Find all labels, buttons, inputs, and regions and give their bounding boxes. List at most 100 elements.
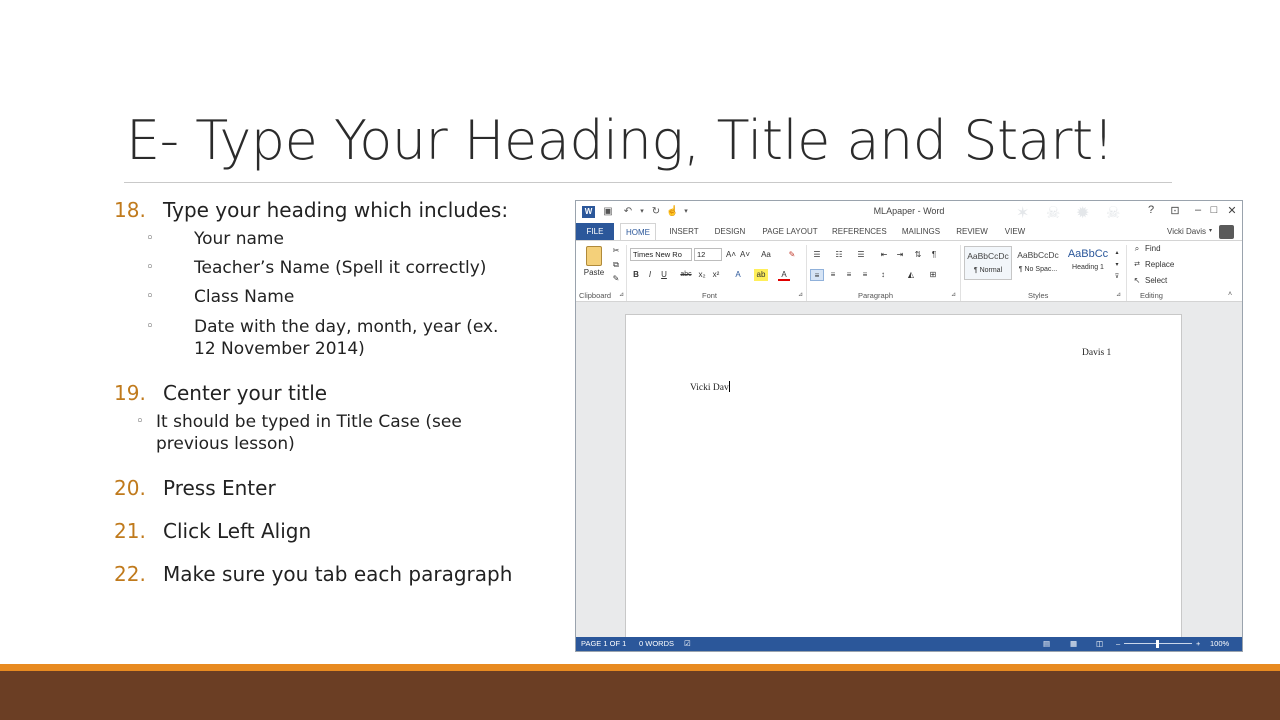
- group-label-editing: Editing: [1140, 291, 1163, 300]
- styles-scroll-up-icon[interactable]: ▴: [1112, 247, 1122, 259]
- underline-button[interactable]: U: [658, 269, 670, 281]
- tab-page-layout[interactable]: PAGE LAYOUT: [760, 223, 820, 240]
- select-button[interactable]: Select: [1145, 275, 1167, 287]
- document-page[interactable]: Davis 1 Vicki Dav: [625, 314, 1182, 644]
- style-no-spacing[interactable]: AaBbCcDc ¶ No Spac...: [1014, 246, 1062, 280]
- tab-view[interactable]: VIEW: [1000, 223, 1030, 240]
- change-case-button[interactable]: Aa: [758, 249, 774, 261]
- show-formatting-icon[interactable]: ¶: [928, 249, 940, 261]
- align-center-icon[interactable]: ≡: [826, 269, 840, 281]
- step-text: Press Enter: [163, 476, 276, 500]
- replace-button[interactable]: Replace: [1145, 259, 1174, 271]
- italic-button[interactable]: I: [644, 269, 656, 281]
- zoom-level[interactable]: 100%: [1210, 637, 1229, 651]
- bold-button[interactable]: B: [630, 269, 642, 281]
- copy-icon[interactable]: ⧉: [610, 259, 622, 271]
- status-bar: PAGE 1 OF 1 0 WORDS ☑ ▤ ▦ ◫ – + 100%: [576, 637, 1242, 651]
- zoom-in-icon[interactable]: +: [1196, 637, 1200, 651]
- style-heading-1[interactable]: AaBbCc Heading 1: [1064, 246, 1112, 280]
- highlight-button[interactable]: ab: [754, 269, 768, 281]
- strikethrough-button[interactable]: abc: [678, 269, 694, 281]
- format-painter-icon[interactable]: ✎: [610, 273, 622, 285]
- word-count[interactable]: 0 WORDS: [639, 637, 674, 651]
- tab-insert[interactable]: INSERT: [666, 223, 702, 240]
- account-dropdown-icon[interactable]: ▾: [1209, 223, 1212, 240]
- superscript-button[interactable]: x²: [710, 269, 722, 281]
- close-icon[interactable]: ✕: [1224, 204, 1240, 217]
- step-text: Type your heading which includes:: [163, 198, 509, 222]
- print-layout-icon[interactable]: ▦: [1070, 637, 1077, 651]
- group-divider: [1126, 245, 1127, 301]
- tab-mailings[interactable]: MAILINGS: [896, 223, 946, 240]
- cut-icon[interactable]: ✂: [610, 245, 622, 257]
- bullets-icon[interactable]: ☰: [810, 249, 824, 261]
- step-18: 18. Type your heading which includes:: [114, 198, 508, 222]
- styles-scroll-down-icon[interactable]: ▾: [1112, 259, 1122, 271]
- title-divider: [124, 182, 1172, 183]
- maximize-icon[interactable]: □: [1206, 204, 1222, 216]
- tab-review[interactable]: REVIEW: [954, 223, 990, 240]
- find-button[interactable]: Find: [1145, 243, 1161, 255]
- grow-font-button[interactable]: A˄: [725, 249, 737, 261]
- tab-design[interactable]: DESIGN: [712, 223, 748, 240]
- sort-icon[interactable]: ⇅: [912, 249, 924, 261]
- select-icon: ↖: [1133, 276, 1141, 285]
- font-color-button[interactable]: A: [778, 269, 790, 281]
- tab-file[interactable]: FILE: [576, 223, 614, 240]
- justify-icon[interactable]: ≡: [858, 269, 872, 281]
- align-left-icon[interactable]: ≡: [810, 269, 824, 281]
- step-number: 22.: [114, 562, 146, 586]
- style-normal[interactable]: AaBbCcDc ¶ Normal: [964, 246, 1012, 280]
- user-account-name[interactable]: Vicki Davis: [1167, 223, 1206, 240]
- font-name-combo[interactable]: Times New Ro: [630, 248, 692, 261]
- styles-more-icon[interactable]: ⊽: [1112, 271, 1122, 283]
- ribbon-display-options-icon[interactable]: ⊡: [1167, 204, 1183, 217]
- paste-icon[interactable]: [586, 246, 602, 266]
- decrease-indent-icon[interactable]: ⇤: [878, 249, 890, 261]
- paste-button[interactable]: Paste: [582, 267, 606, 279]
- zoom-out-icon[interactable]: –: [1116, 637, 1120, 651]
- proofing-icon[interactable]: ☑: [684, 637, 691, 651]
- shading-icon[interactable]: ◭: [904, 269, 918, 281]
- line-spacing-icon[interactable]: ↕: [876, 269, 890, 281]
- document-canvas: Davis 1 Vicki Dav: [576, 302, 1242, 644]
- document-body-text[interactable]: Vicki Dav: [690, 381, 730, 393]
- text-effects-button[interactable]: A: [732, 269, 744, 281]
- clear-formatting-icon[interactable]: ✎: [786, 249, 798, 261]
- zoom-slider-thumb[interactable]: [1156, 640, 1159, 648]
- dialog-launcher-icon[interactable]: ⊿: [1116, 291, 1121, 298]
- page-count[interactable]: PAGE 1 OF 1: [581, 637, 626, 651]
- step-number: 21.: [114, 519, 146, 543]
- footer-bar: [0, 671, 1280, 720]
- dialog-launcher-icon[interactable]: ⊿: [951, 291, 956, 298]
- step-22: 22. Make sure you tab each paragraph: [114, 562, 512, 586]
- borders-icon[interactable]: ⊞: [926, 269, 940, 281]
- footer-accent-bar: [0, 664, 1280, 671]
- avatar[interactable]: [1219, 225, 1234, 239]
- tab-references[interactable]: REFERENCES: [832, 223, 887, 240]
- read-mode-icon[interactable]: ▤: [1043, 637, 1050, 651]
- multilevel-list-icon[interactable]: ☰: [854, 249, 868, 261]
- step-number: 19.: [114, 381, 146, 405]
- sub-item-date: ◦ Date with the day, month, year (ex. 12…: [146, 317, 499, 359]
- numbering-icon[interactable]: ☷: [832, 249, 846, 261]
- web-layout-icon[interactable]: ◫: [1096, 637, 1103, 651]
- align-right-icon[interactable]: ≡: [842, 269, 856, 281]
- ribbon-home: Paste ✂ ⧉ ✎ Clipboard ⊿ Times New Ro 12 …: [576, 240, 1242, 302]
- step-text: Center your title: [163, 381, 328, 405]
- step-21: 21. Click Left Align: [114, 519, 311, 543]
- help-icon[interactable]: ?: [1143, 204, 1159, 216]
- subscript-button[interactable]: x₂: [696, 269, 708, 281]
- group-divider: [960, 245, 961, 301]
- font-size-combo[interactable]: 12: [694, 248, 722, 261]
- dialog-launcher-icon[interactable]: ⊿: [619, 291, 624, 298]
- group-label-styles: Styles: [1028, 291, 1049, 300]
- word-window-screenshot: W ▣ ↶ ▾ ↻ ☝ ▾ MLApaper - Word ✶ ☠ ✹ ☠ ? …: [575, 200, 1243, 652]
- sub-item-class-name: ◦ Class Name: [146, 287, 295, 307]
- tab-home[interactable]: HOME: [620, 223, 656, 241]
- minimize-icon[interactable]: –: [1190, 204, 1206, 216]
- dialog-launcher-icon[interactable]: ⊿: [798, 291, 803, 298]
- collapse-ribbon-icon[interactable]: ˄: [1228, 291, 1232, 298]
- shrink-font-button[interactable]: A˅: [739, 249, 751, 261]
- increase-indent-icon[interactable]: ⇥: [894, 249, 906, 261]
